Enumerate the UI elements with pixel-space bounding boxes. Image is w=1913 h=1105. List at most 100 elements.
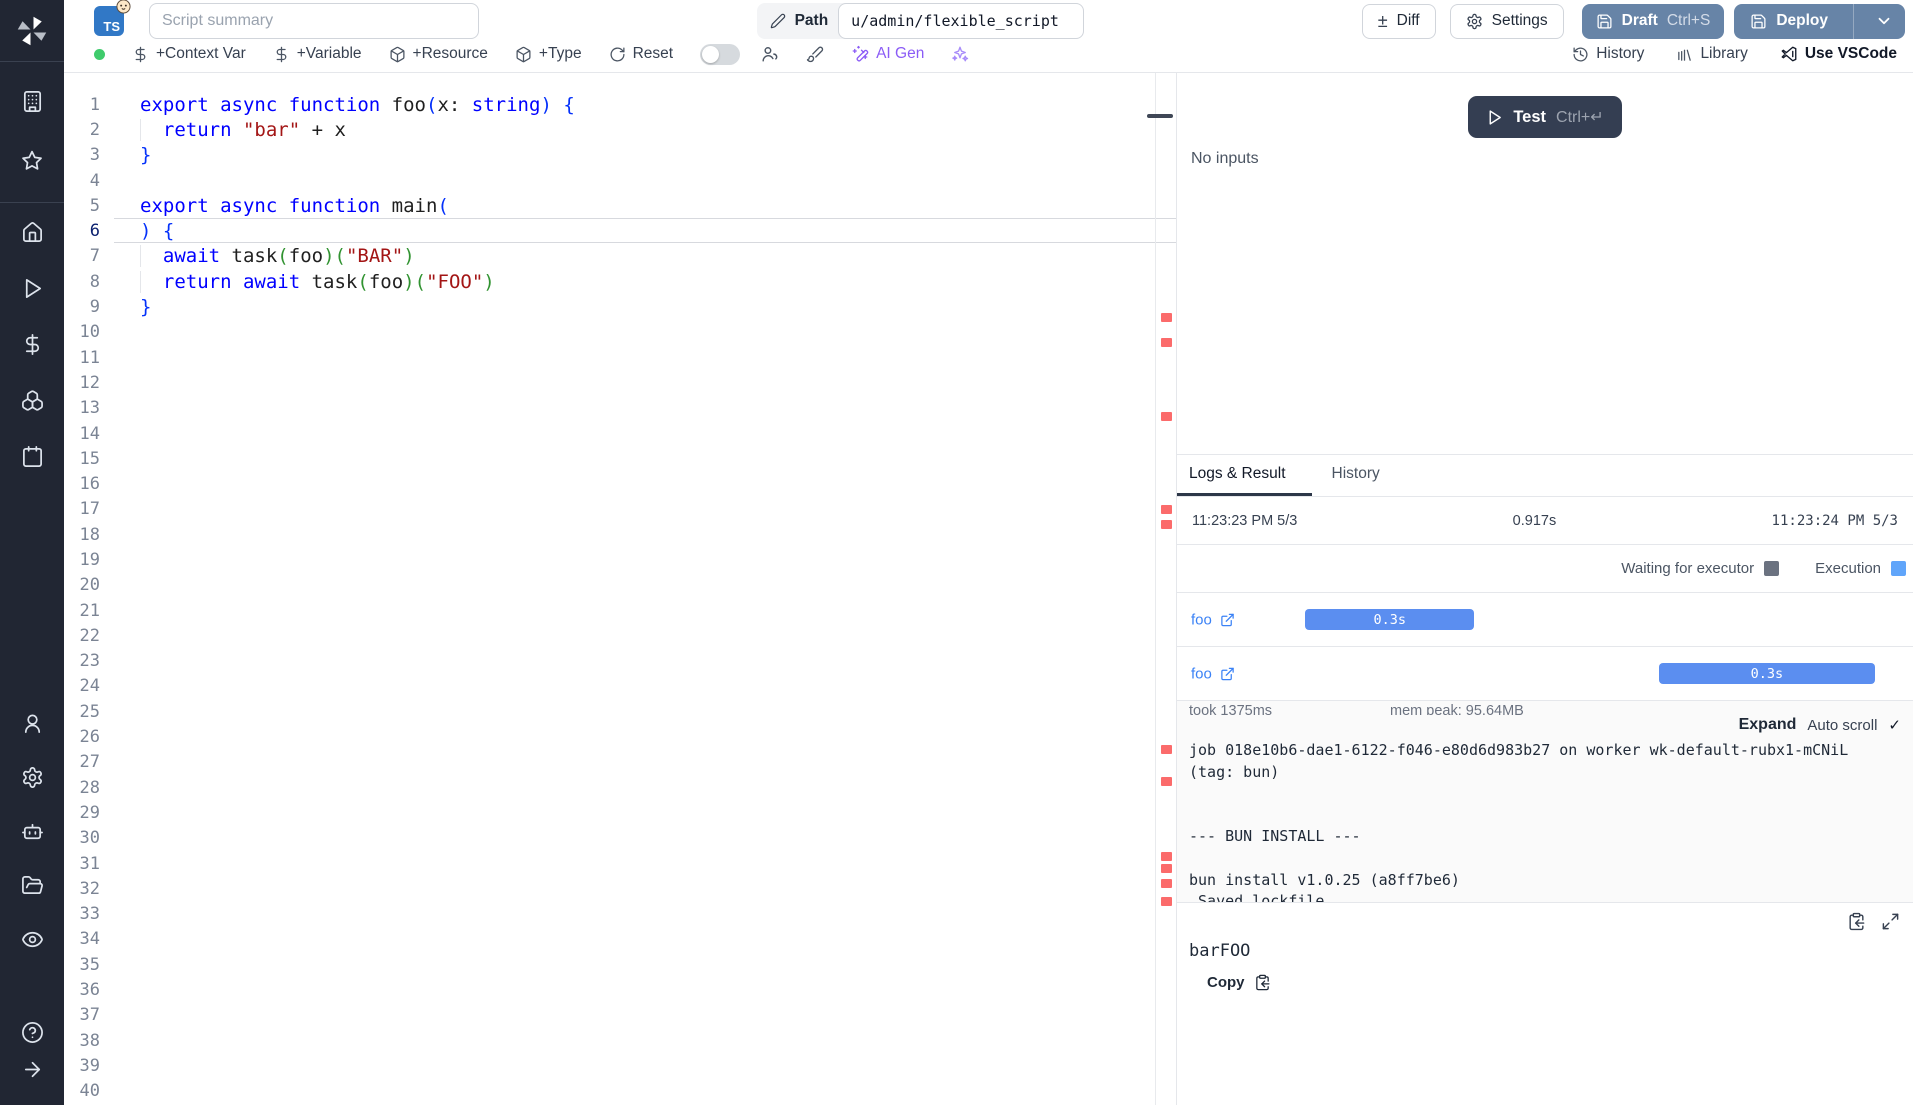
history-button[interactable]: History (1572, 45, 1644, 63)
code-line[interactable]: 12 (64, 370, 1176, 395)
toggle-knob (702, 46, 719, 63)
add-type-button[interactable]: +Type (515, 45, 582, 63)
runs-play-icon[interactable] (21, 265, 44, 312)
edit-pencil-icon[interactable] (770, 13, 786, 29)
code-line[interactable]: 20 (64, 573, 1176, 598)
execution-bar[interactable]: 0.3s (1659, 663, 1875, 684)
result-value: barFOO (1189, 903, 1901, 961)
code-line[interactable]: 8 return await task(foo)("FOO") (64, 269, 1176, 294)
code-line[interactable]: 29 (64, 800, 1176, 825)
tab-logs-result[interactable]: Logs & Result (1177, 455, 1312, 496)
copy-result-clipboard-icon[interactable] (1847, 912, 1866, 931)
code-line[interactable]: 31 (64, 851, 1176, 876)
code-line[interactable]: 9} (64, 294, 1176, 319)
code-line[interactable]: 7 await task(foo)("BAR") (64, 244, 1176, 269)
expand-logs-button[interactable]: Expand (1739, 716, 1797, 734)
code-line[interactable]: 24 (64, 674, 1176, 699)
task-link[interactable]: foo (1191, 665, 1235, 682)
workers-robot-icon[interactable] (21, 808, 44, 855)
code-line[interactable]: 25 (64, 699, 1176, 724)
reset-button[interactable]: Reset (609, 45, 674, 63)
typescript-language-badge[interactable]: TS (94, 6, 124, 36)
home-icon[interactable] (21, 209, 44, 256)
favorites-star-icon[interactable] (21, 137, 44, 184)
code-line[interactable]: 19 (64, 547, 1176, 572)
code-line[interactable]: 15 (64, 446, 1176, 471)
audit-eye-icon[interactable] (21, 916, 44, 963)
code-line[interactable]: 32 (64, 876, 1176, 901)
draft-button[interactable]: Draft Ctrl+S (1582, 4, 1725, 39)
folders-folder-open-icon[interactable] (21, 862, 44, 909)
add-context-var-button[interactable]: +Context Var (132, 45, 246, 63)
code-line[interactable]: 27 (64, 750, 1176, 775)
add-variable-button[interactable]: +Variable (273, 45, 362, 63)
settings-button[interactable]: Settings (1450, 4, 1564, 39)
line-number: 15 (64, 449, 114, 469)
code-line[interactable]: 40 (64, 1079, 1176, 1104)
use-vscode-button[interactable]: Use VSCode (1780, 45, 1897, 63)
ai-sparkles-button[interactable] (951, 45, 969, 63)
code-line[interactable]: 28 (64, 775, 1176, 800)
code-line[interactable]: 18 (64, 522, 1176, 547)
test-button[interactable]: Test Ctrl+↵ (1468, 96, 1621, 138)
code-line[interactable]: 35 (64, 952, 1176, 977)
code-line[interactable]: 10 (64, 320, 1176, 345)
mem-peak-stat: mem peak: 95.64MB (1390, 703, 1524, 715)
code-line[interactable]: 37 (64, 1003, 1176, 1028)
code-line[interactable]: 34 (64, 927, 1176, 952)
code-line[interactable]: 5export async function main( (64, 193, 1176, 218)
autoscroll-checkbox[interactable]: ✓ (1888, 716, 1901, 734)
schedules-calendar-icon[interactable] (21, 433, 44, 480)
settings-gear-icon[interactable] (21, 754, 44, 801)
code-line[interactable]: 39 (64, 1053, 1176, 1078)
code-editor[interactable]: 1export async function foo(x: string) {2… (64, 73, 1176, 1105)
add-resource-button[interactable]: +Resource (389, 45, 488, 63)
code-line[interactable]: 21 (64, 598, 1176, 623)
deploy-dropdown-toggle[interactable] (1863, 4, 1905, 39)
code-line[interactable]: 33 (64, 902, 1176, 927)
execution-bar[interactable]: 0.3s (1305, 609, 1474, 630)
code-line[interactable]: 13 (64, 396, 1176, 421)
resources-boxes-icon[interactable] (21, 377, 44, 424)
ai-gen-button[interactable]: AI Gen (851, 45, 924, 63)
code-line[interactable]: 1export async function foo(x: string) { (64, 92, 1176, 117)
code-line[interactable]: 2 return "bar" + x (64, 117, 1176, 142)
script-summary-input[interactable] (149, 3, 479, 39)
users-person-icon[interactable] (21, 700, 44, 747)
code-line[interactable]: 6) { (64, 218, 1176, 243)
deploy-button-label: Deploy (1776, 12, 1828, 30)
copy-result-button[interactable]: Copy (1207, 974, 1901, 991)
format-brush-button[interactable] (806, 45, 824, 63)
code-line[interactable]: 30 (64, 826, 1176, 851)
code-text: return "bar" + x (114, 119, 346, 141)
code-line[interactable]: 14 (64, 421, 1176, 446)
collaborators-button[interactable] (760, 45, 779, 64)
maximize-result-icon[interactable] (1881, 912, 1900, 931)
collapse-arrow-right-icon[interactable] (21, 1058, 44, 1081)
variables-dollar-icon[interactable] (21, 321, 44, 368)
code-line[interactable]: 38 (64, 1028, 1176, 1053)
line-number: 37 (64, 1005, 114, 1025)
help-icon[interactable] (21, 1021, 44, 1044)
library-button[interactable]: Library (1676, 45, 1747, 63)
workspace-building-icon[interactable] (21, 78, 44, 125)
path-value-field[interactable]: u/admin/flexible_script (838, 3, 1084, 39)
code-line[interactable]: 26 (64, 724, 1176, 749)
windmill-logo-icon[interactable] (14, 13, 50, 49)
line-number: 40 (64, 1081, 114, 1101)
execution-color-swatch (1891, 561, 1906, 576)
deploy-button[interactable]: Deploy (1734, 4, 1905, 39)
code-line[interactable]: 23 (64, 649, 1176, 674)
code-line[interactable]: 22 (64, 623, 1176, 648)
code-line[interactable]: 11 (64, 345, 1176, 370)
pane-resize-handle[interactable] (1147, 114, 1173, 118)
code-line[interactable]: 36 (64, 977, 1176, 1002)
code-line[interactable]: 17 (64, 497, 1176, 522)
diff-mode-toggle[interactable] (700, 44, 740, 65)
code-line[interactable]: 4 (64, 168, 1176, 193)
task-link[interactable]: foo (1191, 611, 1235, 628)
code-line[interactable]: 3} (64, 143, 1176, 168)
diff-button[interactable]: ± Diff (1362, 4, 1436, 39)
code-line[interactable]: 16 (64, 471, 1176, 496)
tab-history[interactable]: History (1320, 455, 1406, 496)
